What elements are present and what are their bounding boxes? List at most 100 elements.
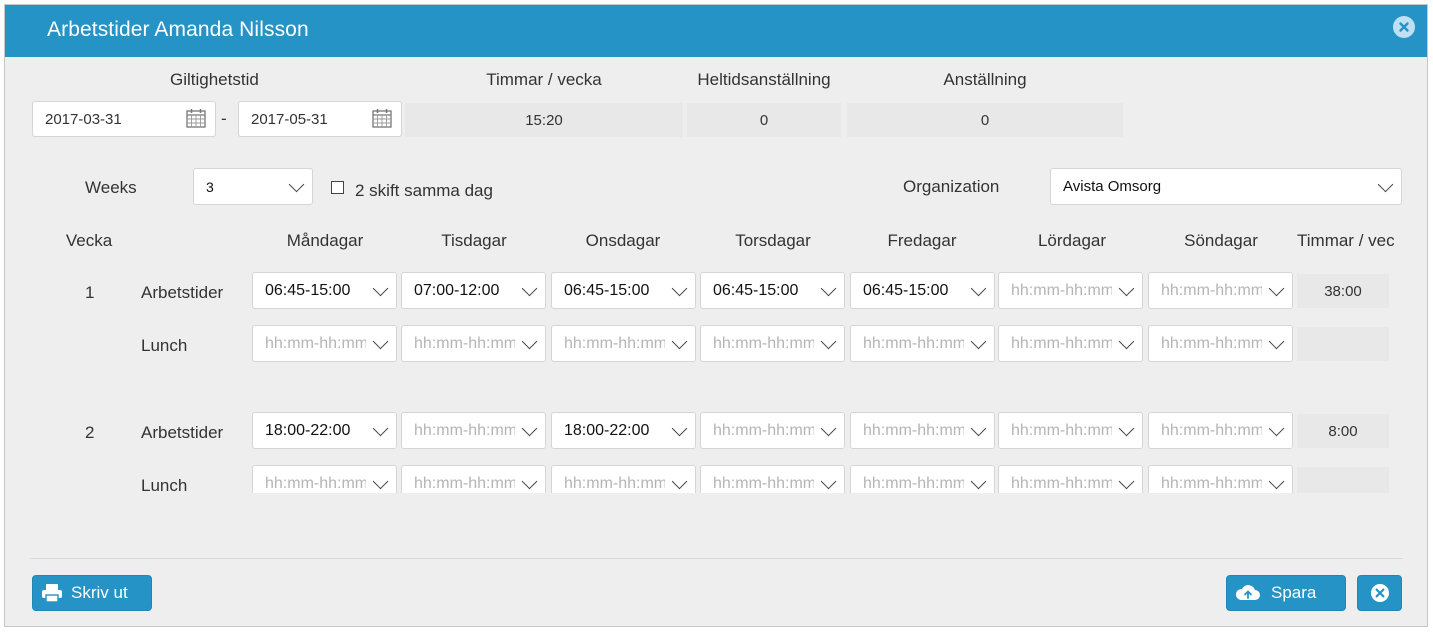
time-value: hh:mm-hh:mm bbox=[1011, 281, 1115, 299]
employment-label: Anställning bbox=[943, 70, 1027, 89]
time-select[interactable]: hh:mm-hh:mm bbox=[850, 412, 995, 449]
column-header: Tisdagar bbox=[441, 231, 507, 250]
column-header: Söndagar bbox=[1184, 231, 1258, 250]
time-value: 06:45-15:00 bbox=[265, 281, 351, 299]
time-value: hh:mm-hh:mm bbox=[1011, 421, 1115, 439]
hours-per-week-label: Timmar / vecka bbox=[486, 70, 602, 89]
time-select[interactable]: 06:45-15:00 bbox=[700, 272, 845, 309]
employment-value: 0 bbox=[847, 103, 1123, 137]
time-select[interactable]: hh:mm-hh:mm bbox=[700, 412, 845, 449]
time-value: hh:mm-hh:mm bbox=[414, 421, 518, 439]
column-header: Onsdagar bbox=[585, 231, 661, 250]
time-value: hh:mm-hh:mm bbox=[863, 421, 967, 439]
time-value: hh:mm-hh:mm bbox=[414, 474, 518, 492]
week-total: 8:00 bbox=[1297, 414, 1389, 448]
two-shift-checkbox[interactable] bbox=[331, 181, 344, 194]
time-value: hh:mm-hh:mm bbox=[564, 334, 668, 352]
close-circle-icon bbox=[1370, 584, 1389, 602]
time-select[interactable]: hh:mm-hh:mm bbox=[551, 325, 696, 362]
time-select[interactable]: hh:mm-hh:mm bbox=[998, 412, 1143, 449]
time-select[interactable]: hh:mm-hh:mm bbox=[1148, 325, 1293, 362]
weeks-select[interactable]: 3 bbox=[193, 168, 313, 205]
schedule-grid[interactable]: 1 Arbetstider 06:45-15:00 07:00-12:00 06:45-… bbox=[5, 267, 1427, 493]
time-select[interactable]: hh:mm-hh:mm bbox=[998, 325, 1143, 362]
time-select[interactable]: hh:mm-hh:mm bbox=[850, 465, 995, 493]
time-value: hh:mm-hh:mm bbox=[1161, 474, 1265, 492]
fulltime-value: 0 bbox=[687, 103, 841, 137]
footer-divider bbox=[30, 558, 1403, 559]
row-label: Lunch bbox=[141, 476, 188, 493]
time-value: 18:00-22:00 bbox=[564, 421, 650, 439]
validity-from-value: 2017-03-31 bbox=[45, 110, 122, 128]
time-value: hh:mm-hh:mm bbox=[1161, 334, 1265, 352]
save-button[interactable]: Spara bbox=[1226, 575, 1346, 611]
column-header: Måndagar bbox=[286, 231, 364, 250]
time-select[interactable]: hh:mm-hh:mm bbox=[401, 412, 546, 449]
column-header: Timmar / vec bbox=[1297, 231, 1395, 250]
time-select[interactable]: hh:mm-hh:mm bbox=[252, 325, 397, 362]
validity-to-field[interactable]: 2017-05-31 bbox=[238, 101, 402, 137]
time-select[interactable]: hh:mm-hh:mm bbox=[401, 325, 546, 362]
time-select[interactable]: 06:45-15:00 bbox=[252, 272, 397, 309]
week-total bbox=[1297, 467, 1389, 493]
time-value: 07:00-12:00 bbox=[414, 281, 500, 299]
time-value: hh:mm-hh:mm bbox=[1161, 421, 1265, 439]
cancel-button[interactable] bbox=[1357, 575, 1402, 611]
time-select[interactable]: hh:mm-hh:mm bbox=[998, 272, 1143, 309]
chevron-down-icon bbox=[1377, 176, 1394, 192]
organization-select[interactable]: Avista Omsorg bbox=[1050, 168, 1402, 205]
save-label: Spara bbox=[1271, 583, 1317, 602]
time-select[interactable]: hh:mm-hh:mm bbox=[252, 465, 397, 493]
weeks-value: 3 bbox=[206, 178, 214, 195]
week-number: 2 bbox=[85, 423, 95, 442]
time-select[interactable]: hh:mm-hh:mm bbox=[551, 465, 696, 493]
time-value: hh:mm-hh:mm bbox=[414, 334, 518, 352]
time-select[interactable]: hh:mm-hh:mm bbox=[700, 465, 845, 493]
two-shift-label: 2 skift samma dag bbox=[355, 181, 493, 200]
fulltime-label: Heltidsanställning bbox=[697, 70, 831, 89]
column-header: Fredagar bbox=[887, 231, 957, 250]
time-select[interactable]: 07:00-12:00 bbox=[401, 272, 546, 309]
validity-label: Giltighetstid bbox=[170, 70, 259, 89]
time-select[interactable]: hh:mm-hh:mm bbox=[1148, 272, 1293, 309]
time-value: hh:mm-hh:mm bbox=[713, 334, 817, 352]
chevron-down-icon bbox=[288, 176, 305, 192]
time-value: hh:mm-hh:mm bbox=[265, 334, 369, 352]
printer-icon bbox=[42, 584, 62, 603]
time-select[interactable]: 06:45-15:00 bbox=[551, 272, 696, 309]
time-select[interactable]: 18:00-22:00 bbox=[551, 412, 696, 449]
organization-value: Avista Omsorg bbox=[1063, 178, 1162, 195]
time-select[interactable]: hh:mm-hh:mm bbox=[850, 325, 995, 362]
time-select[interactable]: hh:mm-hh:mm bbox=[700, 325, 845, 362]
row-label: Arbetstider bbox=[141, 283, 224, 302]
weeks-label: Weeks bbox=[85, 178, 137, 197]
print-label: Skriv ut bbox=[71, 583, 128, 602]
print-button[interactable]: Skriv ut bbox=[32, 575, 152, 611]
time-value: hh:mm-hh:mm bbox=[863, 334, 967, 352]
close-icon[interactable] bbox=[1393, 16, 1415, 38]
calendar-icon[interactable] bbox=[185, 107, 207, 129]
time-value: hh:mm-hh:mm bbox=[1161, 281, 1265, 299]
column-header: Torsdagar bbox=[735, 231, 811, 250]
validity-separator: - bbox=[221, 109, 227, 128]
time-value: hh:mm-hh:mm bbox=[265, 474, 369, 492]
time-select[interactable]: 06:45-15:00 bbox=[850, 272, 995, 309]
hours-per-week-value: 15:20 bbox=[405, 103, 683, 137]
row-label: Lunch bbox=[141, 336, 188, 355]
time-select[interactable]: hh:mm-hh:mm bbox=[1148, 465, 1293, 493]
work-hours-dialog: Arbetstider Amanda Nilsson Giltighetstid… bbox=[4, 4, 1428, 627]
validity-to-value: 2017-05-31 bbox=[251, 110, 328, 128]
time-select[interactable]: hh:mm-hh:mm bbox=[1148, 412, 1293, 449]
time-value: hh:mm-hh:mm bbox=[713, 474, 817, 492]
time-value: 06:45-15:00 bbox=[863, 281, 949, 299]
time-select[interactable]: hh:mm-hh:mm bbox=[998, 465, 1143, 493]
time-select[interactable]: hh:mm-hh:mm bbox=[401, 465, 546, 493]
week-number: 1 bbox=[85, 283, 95, 302]
dialog-title: Arbetstider Amanda Nilsson bbox=[47, 18, 309, 41]
validity-from-field[interactable]: 2017-03-31 bbox=[32, 101, 216, 137]
time-value: 06:45-15:00 bbox=[564, 281, 650, 299]
time-value: hh:mm-hh:mm bbox=[713, 421, 817, 439]
calendar-icon[interactable] bbox=[371, 107, 393, 129]
week-total: 38:00 bbox=[1297, 274, 1389, 308]
time-select[interactable]: 18:00-22:00 bbox=[252, 412, 397, 449]
